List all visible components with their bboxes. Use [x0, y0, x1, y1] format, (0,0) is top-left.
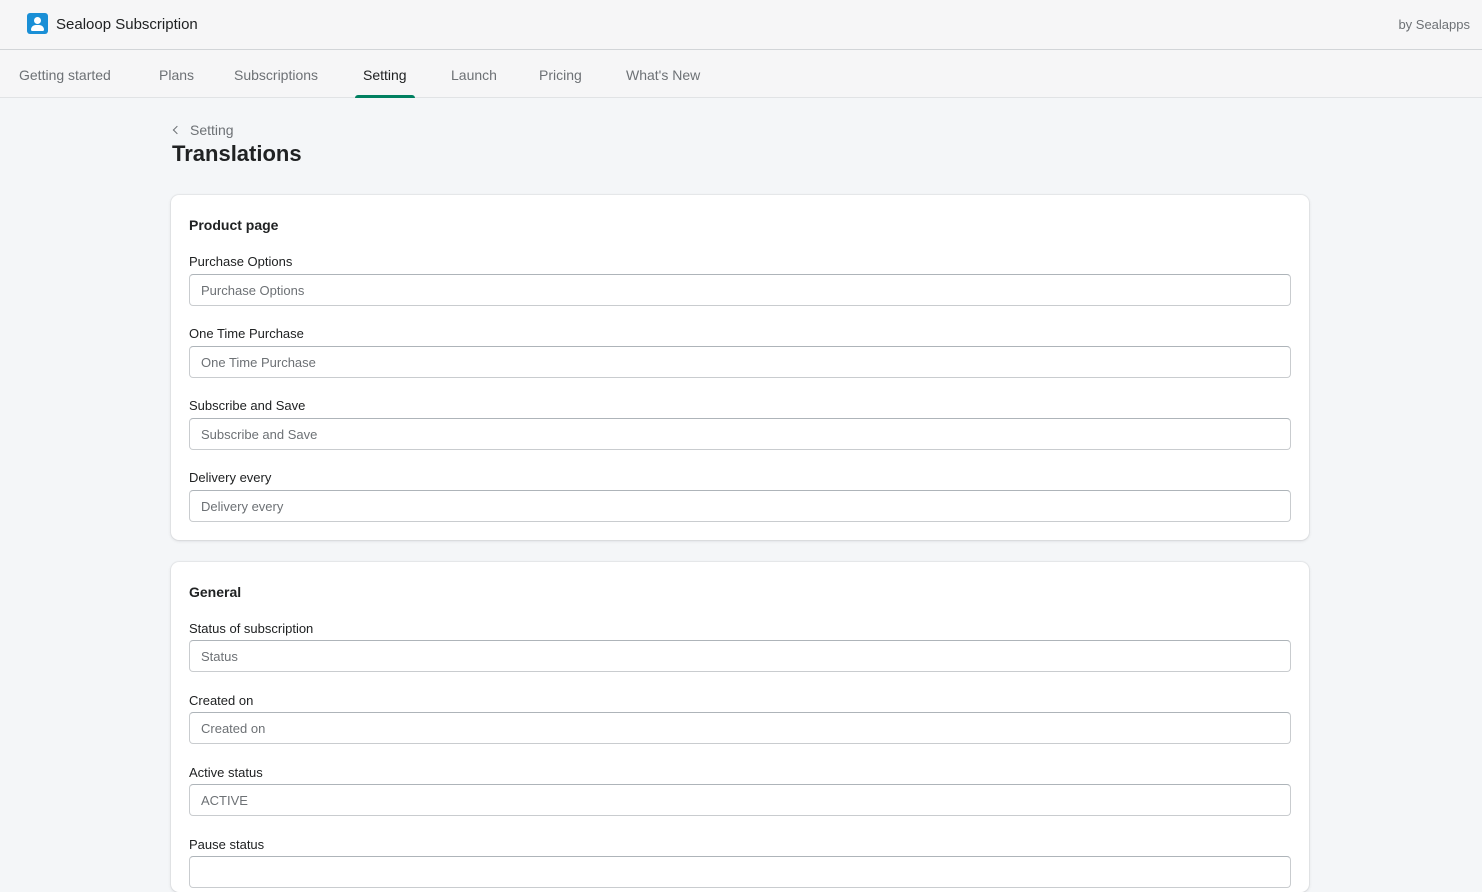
tab-plans[interactable]: Plans	[151, 50, 202, 98]
tab-launch[interactable]: Launch	[443, 50, 505, 98]
created-on-input[interactable]	[189, 712, 1291, 744]
product-page-card: Product page Purchase Options One Time P…	[171, 195, 1309, 540]
user-icon	[27, 13, 48, 34]
field-label: Created on	[189, 693, 254, 708]
general-card: General Status of subscription Created o…	[171, 562, 1309, 892]
active-status-input[interactable]	[189, 784, 1291, 816]
breadcrumb-label: Setting	[190, 122, 234, 138]
field-label: Subscribe and Save	[189, 398, 306, 413]
tab-setting[interactable]: Setting	[355, 50, 415, 98]
field-label: Active status	[189, 765, 263, 780]
app-title: Sealoop Subscription	[56, 16, 198, 33]
page-title: Translations	[172, 141, 302, 166]
card-title: General	[189, 584, 242, 600]
app-header: Sealoop Subscription by Sealapps	[0, 0, 1482, 50]
tab-whats-new[interactable]: What's New	[618, 50, 708, 98]
field-label: Delivery every	[189, 470, 272, 485]
breadcrumb-back-link[interactable]: Setting	[172, 122, 234, 138]
field-label: Pause status	[189, 837, 265, 852]
tab-getting-started[interactable]: Getting started	[11, 50, 119, 98]
chevron-left-icon	[172, 125, 182, 135]
tab-pricing[interactable]: Pricing	[531, 50, 590, 98]
subscribe-and-save-input[interactable]	[189, 418, 1291, 450]
vendor-label: by Sealapps	[1398, 17, 1470, 32]
field-label: One Time Purchase	[189, 326, 304, 341]
field-label: Status of subscription	[189, 621, 314, 636]
card-title: Product page	[189, 217, 279, 233]
one-time-purchase-input[interactable]	[189, 346, 1291, 378]
main-nav: Getting started Plans Subscriptions Sett…	[0, 50, 1482, 98]
pause-status-input[interactable]	[189, 856, 1291, 888]
delivery-every-input[interactable]	[189, 490, 1291, 522]
purchase-options-input[interactable]	[189, 274, 1291, 306]
status-of-subscription-input[interactable]	[189, 640, 1291, 672]
field-label: Purchase Options	[189, 254, 293, 269]
tab-subscriptions[interactable]: Subscriptions	[226, 50, 326, 98]
